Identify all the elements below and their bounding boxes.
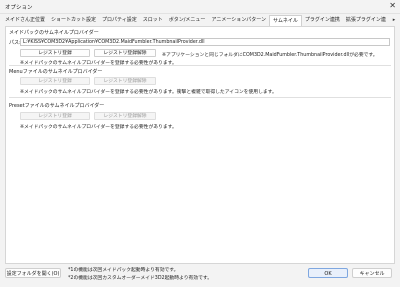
preset-register-button[interactable]: レジストリ登録 xyxy=(20,112,90,120)
tab-strip: メイドさん正位置 ショートカット設定 プロパティ設定 スロット ボタン/メニュー アニメー… xyxy=(2,15,398,26)
tab-shortcut[interactable]: ショートカット設定 xyxy=(48,15,99,25)
footer-note-line1: *1の機能は次回メイドパック起動時より有効です。 xyxy=(68,268,179,273)
footer-note-line2: *2の機能は次回カスタムオーダーメイド3D2起動時より有効です。 xyxy=(68,276,212,281)
menu-register-button[interactable]: レジストリ登録 xyxy=(20,77,90,85)
section-divider xyxy=(9,65,391,66)
thumbnail-settings-panel: メイドパックのサムネイルプロバイダー パス: L:¥KISS¥COM3D2¥Ap… xyxy=(5,26,395,264)
section-preset-provider-title: Presetファイルのサムネイルプロバイダー xyxy=(9,103,105,109)
tab-thumbnail[interactable]: サムネイル xyxy=(269,15,302,26)
maidpack-register-button[interactable]: レジストリ登録 xyxy=(20,49,90,57)
close-icon[interactable]: ✕ xyxy=(389,1,396,11)
maidpack-unregister-button[interactable]: レジストリ登録解除 xyxy=(94,49,156,57)
tab-property[interactable]: プロパティ設定 xyxy=(99,15,140,25)
tab-slot[interactable]: スロット xyxy=(140,15,166,25)
section-maidpack-provider-title: メイドパックのサムネイルプロバイダー xyxy=(9,30,99,36)
section-divider xyxy=(9,97,391,98)
maidpack-dll-note: ※アプリケーションと同じフォルダにCOM3D2.MaidFumbler.Thum… xyxy=(162,53,378,58)
provider-path-field[interactable]: L:¥KISS¥COM3D2¥Application¥COM3D2.MaidFu… xyxy=(20,38,390,46)
open-settings-folder-button[interactable]: 設定フォルダを開く(O) xyxy=(5,268,61,278)
tab-animation-pattern[interactable]: アニメーションパターン xyxy=(208,15,269,25)
path-label: パス: xyxy=(9,40,21,46)
tab-plugin-link[interactable]: プラグイン連携 xyxy=(302,15,343,25)
tab-maid-position[interactable]: メイドさん正位置 xyxy=(2,15,48,25)
tab-button-menu[interactable]: ボタン/メニュー xyxy=(166,15,209,25)
ok-button[interactable]: OK xyxy=(308,268,348,278)
tab-extension-plugin[interactable]: 拡張プラグイン連 xyxy=(343,15,389,25)
menu-unregister-button[interactable]: レジストリ登録解除 xyxy=(94,77,156,85)
tab-scroll-right-icon[interactable]: ▸ xyxy=(390,15,398,25)
window-title: オプション xyxy=(5,5,33,11)
menu-register-note: ※メイドパックのサムネイルプロバイダーを登録する必要性があります。衝撃と複雑で取… xyxy=(20,90,277,95)
preset-unregister-button[interactable]: レジストリ登録解除 xyxy=(94,112,156,120)
section-menu-provider-title: Menuファイルのサムネイルプロバイダー xyxy=(9,69,103,75)
preset-register-note: ※メイドパックのサムネイルプロバイダーを登録する必要性があります。 xyxy=(20,125,177,130)
cancel-button[interactable]: キャンセル xyxy=(352,268,392,278)
title-bar: オプション ✕ xyxy=(0,0,400,14)
